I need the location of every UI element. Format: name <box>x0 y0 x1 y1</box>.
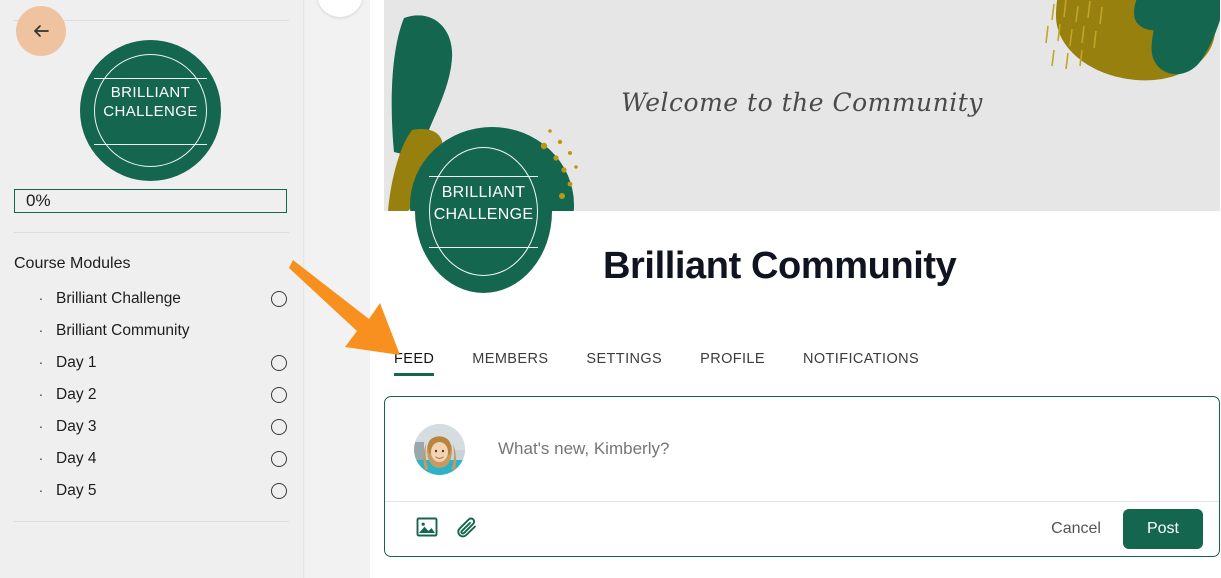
logo-rule-top <box>429 176 538 178</box>
community-logo-badge: BRILLIANT CHALLENGE <box>415 130 552 293</box>
module-complete-toggle[interactable] <box>271 483 287 499</box>
tab-notifications[interactable]: NOTIFICATIONS <box>803 351 919 376</box>
sidebar-gutter <box>303 0 370 578</box>
post-composer: Cancel Post <box>384 396 1220 557</box>
image-icon[interactable] <box>415 515 439 544</box>
composer-action-buttons: Cancel Post <box>1043 509 1203 549</box>
tab-profile[interactable]: PROFILE <box>700 351 765 376</box>
badge-line-2: CHALLENGE <box>103 103 198 120</box>
page-title: Brilliant Community <box>603 245 957 287</box>
banner-welcome-text: Welcome to the Community <box>621 88 983 117</box>
module-label: Brilliant Community <box>56 322 190 339</box>
module-item[interactable]: · Day 1 <box>0 347 303 379</box>
module-item[interactable]: · Brilliant Challenge <box>0 283 303 315</box>
paperclip-icon[interactable] <box>455 515 479 544</box>
module-label: Day 2 <box>56 386 97 403</box>
gutter-shadow-edge <box>303 0 305 578</box>
post-button[interactable]: Post <box>1122 509 1203 549</box>
logo-text: BRILLIANT CHALLENGE <box>415 182 552 226</box>
bullet-icon: · <box>38 385 44 402</box>
badge-line-1: BRILLIANT <box>110 84 191 101</box>
app-root: BRILLIANT CHALLENGE 0% Course Modules · B… <box>0 0 1221 578</box>
main-content: Welcome to the Community BRILLIANT CHALL… <box>370 0 1221 578</box>
bullet-icon: · <box>38 449 44 466</box>
course-progress-bar: 0% <box>14 189 287 213</box>
module-item[interactable]: · Day 3 <box>0 411 303 443</box>
bullet-icon: · <box>38 417 44 434</box>
module-complete-toggle[interactable] <box>271 387 287 403</box>
logo-line-1: BRILLIANT <box>441 184 526 201</box>
sidebar-divider-lower <box>14 521 289 522</box>
badge-circle: BRILLIANT CHALLENGE <box>80 40 221 181</box>
module-label: Day 4 <box>56 450 97 467</box>
course-sidebar: BRILLIANT CHALLENGE 0% Course Modules · B… <box>0 0 303 578</box>
bullet-icon: · <box>38 321 44 338</box>
module-item[interactable]: · Brilliant Community <box>0 315 303 347</box>
module-label: Day 3 <box>56 418 97 435</box>
composer-toolbar: Cancel Post <box>385 502 1219 556</box>
module-complete-toggle[interactable] <box>271 451 287 467</box>
back-button[interactable] <box>16 6 66 56</box>
community-tabs: FEED MEMBERS SETTINGS PROFILE NOTIFICATIONS <box>394 351 919 376</box>
module-complete-toggle[interactable] <box>271 291 287 307</box>
logo-rule-bottom <box>429 247 538 249</box>
composer-tool-icons <box>415 515 479 544</box>
user-avatar[interactable] <box>414 423 465 475</box>
tab-settings[interactable]: SETTINGS <box>586 351 662 376</box>
logo-line-2: CHALLENGE <box>433 206 534 223</box>
bullet-icon: · <box>38 289 44 306</box>
course-modules-heading: Course Modules <box>14 255 131 272</box>
badge-rule-top <box>94 78 207 80</box>
badge-rule-bottom <box>94 144 207 146</box>
module-complete-toggle[interactable] <box>271 419 287 435</box>
module-item[interactable]: · Day 4 <box>0 443 303 475</box>
tab-members[interactable]: MEMBERS <box>472 351 548 376</box>
module-label: Day 5 <box>56 482 97 499</box>
module-item[interactable]: · Day 5 <box>0 475 303 507</box>
module-label: Brilliant Challenge <box>56 290 181 307</box>
bullet-icon: · <box>38 353 44 370</box>
sidebar-divider-upper <box>14 232 289 233</box>
module-complete-toggle[interactable] <box>271 355 287 371</box>
module-item[interactable]: · Day 2 <box>0 379 303 411</box>
bullet-icon: · <box>38 481 44 498</box>
composer-input-row <box>385 397 1219 501</box>
module-label: Day 1 <box>56 354 97 371</box>
arrow-left-icon <box>29 19 53 43</box>
cancel-button[interactable]: Cancel <box>1043 514 1109 544</box>
course-modules-list: · Brilliant Challenge · Brilliant Community… <box>0 283 303 507</box>
course-badge: BRILLIANT CHALLENGE <box>80 40 221 181</box>
post-text-input[interactable] <box>498 439 1138 459</box>
avatar-photo <box>414 423 465 475</box>
tab-feed[interactable]: FEED <box>394 351 435 376</box>
progress-percent-label: 0% <box>26 191 51 210</box>
badge-text: BRILLIANT CHALLENGE <box>80 83 221 121</box>
